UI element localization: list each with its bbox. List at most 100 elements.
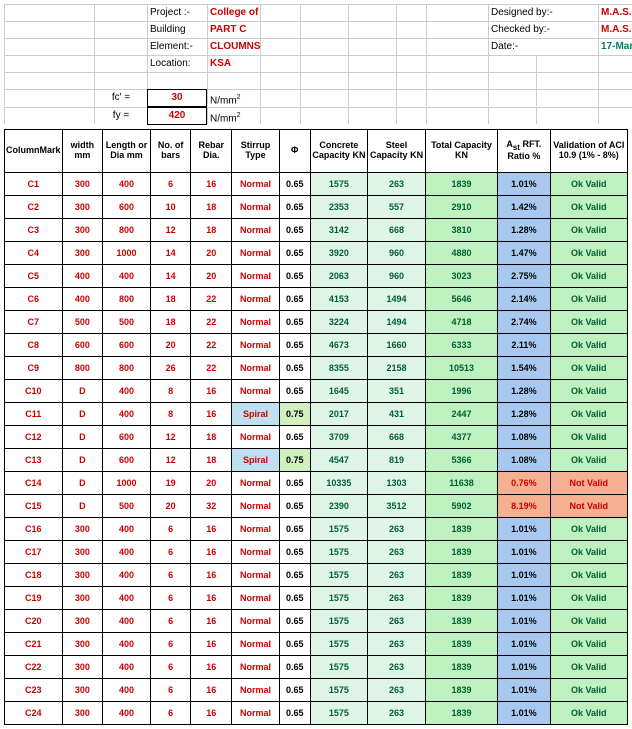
cell-total: 5902 <box>425 495 497 518</box>
table-row: C15D5002032Normal0.652390351259028.19%No… <box>5 495 628 518</box>
element-value: CLOUMNS <box>207 38 260 55</box>
date-label: Date:- <box>488 38 598 55</box>
cell-nbars: 12 <box>150 219 191 242</box>
col-width: width mm <box>62 130 103 173</box>
cell-mark: C4 <box>5 242 63 265</box>
cell-total: 4880 <box>425 242 497 265</box>
cell-phi: 0.65 <box>279 334 310 357</box>
cell-total: 11638 <box>425 472 497 495</box>
cell-steel: 263 <box>368 702 426 725</box>
col-steel: Steel Capacity KN <box>368 130 426 173</box>
cell-steel: 1494 <box>368 288 426 311</box>
cell-width: 300 <box>62 219 103 242</box>
cell-total: 3023 <box>425 265 497 288</box>
cell-mark: C3 <box>5 219 63 242</box>
cell-conc: 3709 <box>310 426 368 449</box>
cell-conc: 2390 <box>310 495 368 518</box>
cell-conc: 4153 <box>310 288 368 311</box>
cell-length: 600 <box>103 334 151 357</box>
cell-nbars: 8 <box>150 380 191 403</box>
cell-rft: 0.76% <box>498 472 550 495</box>
cell-mark: C7 <box>5 311 63 334</box>
table-row: C23006001018Normal0.65235355729101.42%Ok… <box>5 196 628 219</box>
col-nbars: No. of bars <box>150 130 191 173</box>
cell-nbars: 6 <box>150 610 191 633</box>
cell-total: 4718 <box>425 311 497 334</box>
cell-rft: 1.28% <box>498 403 550 426</box>
header-section: Project :- College of Designed by:- M.A.… <box>4 4 628 125</box>
cell-conc: 3142 <box>310 219 368 242</box>
cell-rft: 1.08% <box>498 449 550 472</box>
cell-rebar: 16 <box>191 403 232 426</box>
cell-steel: 2158 <box>368 357 426 380</box>
cell-nbars: 26 <box>150 357 191 380</box>
cell-length: 400 <box>103 541 151 564</box>
cell-length: 400 <box>103 265 151 288</box>
cell-total: 1839 <box>425 518 497 541</box>
cell-width: D <box>62 380 103 403</box>
cell-mark: C9 <box>5 357 63 380</box>
cell-rft: 2.14% <box>498 288 550 311</box>
cell-phi: 0.75 <box>279 449 310 472</box>
columns-table: ColumnMark width mm Length or Dia mm No.… <box>4 129 628 725</box>
cell-phi: 0.65 <box>279 219 310 242</box>
cell-stirrup: Normal <box>232 472 280 495</box>
col-stirrup: Stirrup Type <box>232 130 280 173</box>
cell-mark: C23 <box>5 679 63 702</box>
cell-stirrup: Normal <box>232 265 280 288</box>
cell-width: D <box>62 449 103 472</box>
table-row: C430010001420Normal0.65392096048801.47%O… <box>5 242 628 265</box>
cell-steel: 1660 <box>368 334 426 357</box>
cell-phi: 0.65 <box>279 472 310 495</box>
table-row: C18300400616Normal0.65157526318391.01%Ok… <box>5 564 628 587</box>
cell-length: 400 <box>103 656 151 679</box>
table-header-row: ColumnMark width mm Length or Dia mm No.… <box>5 130 628 173</box>
cell-valid: Ok Valid <box>550 610 627 633</box>
table-row: C20300400616Normal0.65157526318391.01%Ok… <box>5 610 628 633</box>
cell-valid: Ok Valid <box>550 196 627 219</box>
cell-stirrup: Normal <box>232 380 280 403</box>
cell-conc: 1575 <box>310 610 368 633</box>
cell-width: 300 <box>62 541 103 564</box>
cell-width: 300 <box>62 610 103 633</box>
table-row: C13D6001218Spiral0.75454781953661.08%Ok … <box>5 449 628 472</box>
cell-conc: 2353 <box>310 196 368 219</box>
cell-length: 400 <box>103 173 151 196</box>
cell-length: 600 <box>103 426 151 449</box>
cell-rebar: 20 <box>191 472 232 495</box>
cell-rft: 1.01% <box>498 702 550 725</box>
cell-mark: C6 <box>5 288 63 311</box>
cell-stirrup: Normal <box>232 173 280 196</box>
cell-valid: Ok Valid <box>550 449 627 472</box>
cell-nbars: 6 <box>150 679 191 702</box>
cell-stirrup: Normal <box>232 610 280 633</box>
designed-by-value: M.A.S. <box>598 4 632 21</box>
cell-total: 2910 <box>425 196 497 219</box>
cell-steel: 1494 <box>368 311 426 334</box>
cell-conc: 4547 <box>310 449 368 472</box>
cell-valid: Ok Valid <box>550 541 627 564</box>
cell-valid: Ok Valid <box>550 173 627 196</box>
cell-width: 300 <box>62 173 103 196</box>
cell-width: D <box>62 495 103 518</box>
cell-width: 400 <box>62 265 103 288</box>
cell-rebar: 16 <box>191 541 232 564</box>
cell-valid: Ok Valid <box>550 219 627 242</box>
cell-mark: C21 <box>5 633 63 656</box>
table-row: C16300400616Normal0.65157526318391.01%Ok… <box>5 518 628 541</box>
cell-total: 1839 <box>425 679 497 702</box>
cell-total: 2447 <box>425 403 497 426</box>
project-value: College of <box>207 4 260 21</box>
cell-total: 1839 <box>425 633 497 656</box>
cell-nbars: 6 <box>150 541 191 564</box>
cell-valid: Not Valid <box>550 495 627 518</box>
project-label: Project :- <box>147 4 207 21</box>
table-row: C24300400616Normal0.65157526318391.01%Ok… <box>5 702 628 725</box>
cell-phi: 0.65 <box>279 518 310 541</box>
table-row: C1300400616Normal0.65157526318391.01%Ok … <box>5 173 628 196</box>
cell-phi: 0.65 <box>279 702 310 725</box>
cell-total: 1839 <box>425 610 497 633</box>
cell-total: 4377 <box>425 426 497 449</box>
cell-rebar: 22 <box>191 334 232 357</box>
col-total: Total Capacity KN <box>425 130 497 173</box>
